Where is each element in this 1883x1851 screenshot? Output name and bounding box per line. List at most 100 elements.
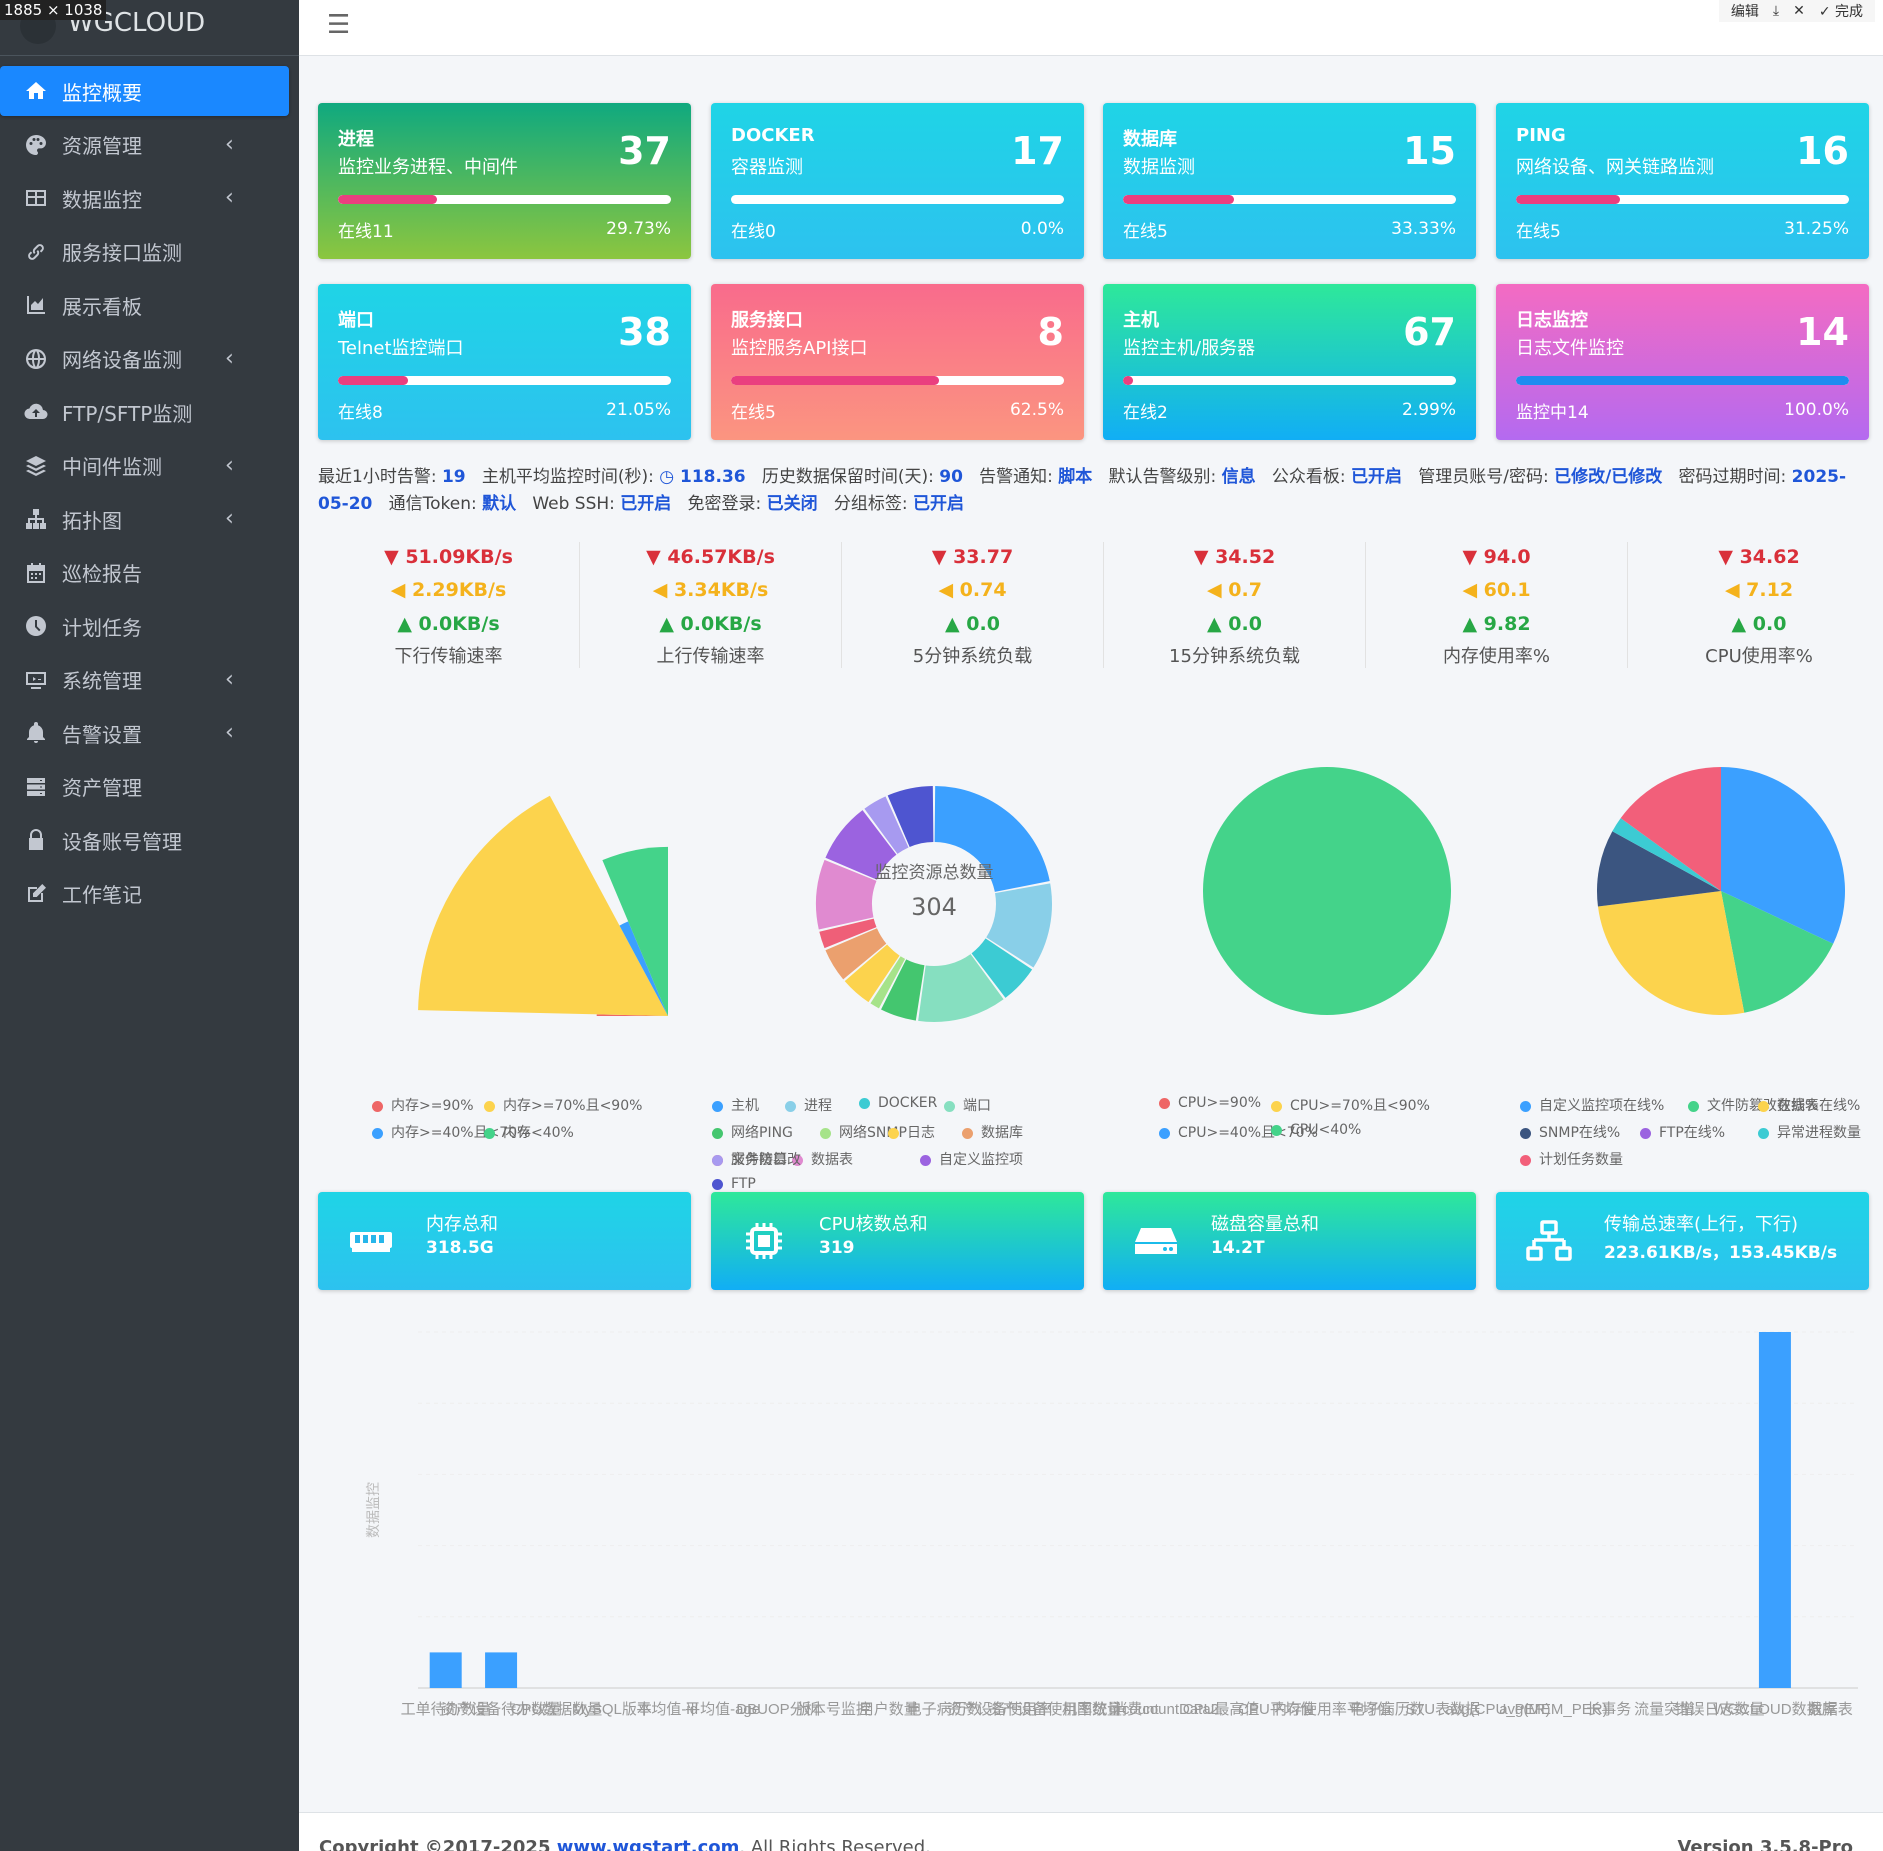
level-value[interactable]: 信息 — [1222, 467, 1256, 487]
token-value[interactable]: 默认 — [482, 494, 516, 514]
summary-card-4[interactable]: 端口 Telnet监控端口 38 在线8 21.05% — [318, 284, 691, 440]
pie-slice[interactable] — [881, 959, 925, 1021]
pie-slice[interactable] — [1597, 891, 1745, 1015]
pie-slice[interactable] — [1203, 767, 1451, 1015]
sidebar-item-label: FTP/SFTP监测 — [62, 401, 193, 426]
pie-slice[interactable] — [1721, 891, 1834, 1013]
sidebar-item-7[interactable]: 中间件监测 ‹ — [0, 441, 289, 491]
pie-slice[interactable] — [825, 928, 887, 980]
bar[interactable] — [485, 1652, 518, 1688]
stat-title: 内存总和 — [426, 1214, 498, 1235]
pie-slice[interactable] — [418, 795, 668, 1016]
legend-item[interactable]: CPU>=90% — [1159, 1095, 1261, 1111]
legend-item[interactable]: 自定义监控项在线% — [1520, 1095, 1664, 1115]
legend-item[interactable]: CPU>=70%且<90% — [1271, 1095, 1430, 1115]
legend-item[interactable]: 端口 — [944, 1095, 991, 1115]
pie-slice[interactable] — [971, 938, 1033, 998]
pie-slice[interactable] — [602, 846, 668, 1016]
summary-card-0[interactable]: 进程 监控业务进程、中间件 37 在线11 29.73% — [318, 103, 691, 259]
sidebar-item-14[interactable]: 设备账号管理 — [0, 815, 289, 865]
ssh-value[interactable]: 已开启 — [620, 494, 671, 514]
download-icon[interactable]: ⤓ — [1773, 3, 1779, 19]
legend-item[interactable]: 异常进程数量 — [1758, 1122, 1861, 1142]
notify-value[interactable]: 脚本 — [1058, 467, 1092, 487]
free-login-value[interactable]: 已关闭 — [767, 494, 818, 514]
card-progress — [1516, 195, 1849, 204]
sidebar-item-12[interactable]: 告警设置 ‹ — [0, 708, 289, 758]
summary-card-6[interactable]: 主机 监控主机/服务器 67 在线2 2.99% — [1103, 284, 1476, 440]
metric-min: ▲ 0.0 — [1731, 613, 1787, 635]
legend-item[interactable]: FTP在线% — [1640, 1122, 1725, 1142]
sidebar-item-8[interactable]: 拓扑图 ‹ — [0, 494, 289, 544]
stat-value: 14.2T — [1211, 1238, 1265, 1258]
sidebar-item-3[interactable]: 服务接口监测 — [0, 227, 289, 277]
pie-slice[interactable] — [887, 786, 934, 847]
close-icon[interactable]: ✕ — [1793, 3, 1805, 19]
legend-dot — [1758, 1127, 1769, 1139]
pie-slice[interactable] — [1721, 767, 1846, 944]
pie-slice[interactable] — [619, 921, 668, 1016]
legend-item[interactable]: 数据表 — [792, 1149, 853, 1169]
sidebar-item-4[interactable]: 展示看板 — [0, 280, 289, 330]
pie-slice[interactable] — [844, 944, 900, 1003]
legend-item[interactable]: 文件防篡改 — [712, 1149, 801, 1169]
pie-slice[interactable] — [870, 956, 906, 1009]
pie-slice[interactable] — [918, 954, 1004, 1023]
summary-card-1[interactable]: DOCKER 容器监测 17 在线0 0.0% — [711, 103, 1084, 259]
metric-4: ▼ 94.0 ◀ 60.1 ▲ 9.82 内存使用率% — [1366, 542, 1628, 668]
layers-icon — [22, 452, 50, 480]
sidebar-item-5[interactable]: 网络设备监测 ‹ — [0, 334, 289, 384]
done-button[interactable]: ✓ 完成 — [1819, 1, 1863, 21]
sidebar-item-10[interactable]: 计划任务 — [0, 601, 289, 651]
sidebar-item-9[interactable]: 巡检报告 — [0, 548, 289, 598]
legend-item[interactable]: 进程 — [785, 1095, 832, 1115]
bar[interactable] — [429, 1652, 462, 1688]
sidebar-item-11[interactable]: 系统管理 ‹ — [0, 655, 289, 705]
legend-item[interactable]: FTP — [712, 1176, 756, 1192]
retention-value[interactable]: 90 — [939, 467, 963, 487]
legend-item[interactable]: 数据表在线% — [1758, 1095, 1860, 1115]
legend-item[interactable]: DOCKER — [859, 1095, 937, 1111]
legend-item[interactable]: SNMP在线% — [1520, 1122, 1620, 1142]
bar[interactable] — [1758, 1332, 1791, 1688]
x-tick-label: 数据表 — [1808, 1701, 1853, 1718]
legend-item[interactable]: 网络PING — [712, 1122, 793, 1142]
pie-slice[interactable] — [1612, 818, 1721, 891]
legend-dot — [1640, 1127, 1651, 1139]
pie-slice[interactable] — [1597, 831, 1721, 907]
summary-card-2[interactable]: 数据库 数据监测 15 在线5 33.33% — [1103, 103, 1476, 259]
website-link[interactable]: www.wgstart.com — [557, 1837, 740, 1851]
group-tag-value[interactable]: 已开启 — [913, 494, 964, 514]
sidebar-item-0[interactable]: 监控概要 — [0, 66, 289, 116]
legend-item[interactable]: 内存>=90% — [372, 1095, 474, 1115]
sidebar-item-6[interactable]: FTP/SFTP监测 — [0, 387, 289, 437]
legend-item[interactable]: 日志 — [888, 1122, 935, 1142]
chevron-left-icon: ‹ — [225, 185, 234, 210]
pie-slice[interactable] — [1620, 767, 1721, 891]
summary-card-7[interactable]: 日志监控 日志文件监控 14 监控中14 100.0% — [1496, 284, 1869, 440]
legend-dot — [484, 1127, 495, 1139]
card-title: 数据库 — [1123, 129, 1177, 150]
alarm-count[interactable]: 19 — [442, 467, 466, 487]
menu-toggle-icon[interactable]: ☰ — [327, 10, 350, 40]
pie-slice[interactable] — [596, 1014, 668, 1016]
summary-card-5[interactable]: 服务接口 监控服务API接口 8 在线5 62.5% — [711, 284, 1084, 440]
public-board-value[interactable]: 已开启 — [1351, 467, 1402, 487]
summary-card-3[interactable]: PING 网络设备、网关链路监测 16 在线5 31.25% — [1496, 103, 1869, 259]
sidebar-item-15[interactable]: 工作笔记 — [0, 869, 289, 919]
admin-value[interactable]: 已修改/已修改 — [1554, 467, 1662, 487]
sidebar-item-1[interactable]: 资源管理 ‹ — [0, 120, 289, 170]
pie-slice[interactable] — [819, 918, 877, 949]
legend-item[interactable]: 内存<40% — [484, 1122, 574, 1142]
legend-item[interactable]: 主机 — [712, 1095, 759, 1115]
legend-item[interactable]: 计划任务数量 — [1520, 1149, 1623, 1169]
legend-item[interactable]: CPU<40% — [1271, 1122, 1361, 1138]
legend-item[interactable]: 自定义监控项 — [920, 1149, 1023, 1169]
sidebar-item-2[interactable]: 数据监控 ‹ — [0, 173, 289, 223]
sidebar-item-13[interactable]: 资产管理 — [0, 762, 289, 812]
pie-slice[interactable] — [864, 796, 909, 854]
legend-item[interactable]: 数据库 — [962, 1122, 1023, 1142]
edit-button[interactable]: 编辑 — [1731, 1, 1759, 21]
legend-item[interactable]: 内存>=70%且<90% — [484, 1095, 642, 1115]
area-chart-icon — [22, 291, 50, 319]
